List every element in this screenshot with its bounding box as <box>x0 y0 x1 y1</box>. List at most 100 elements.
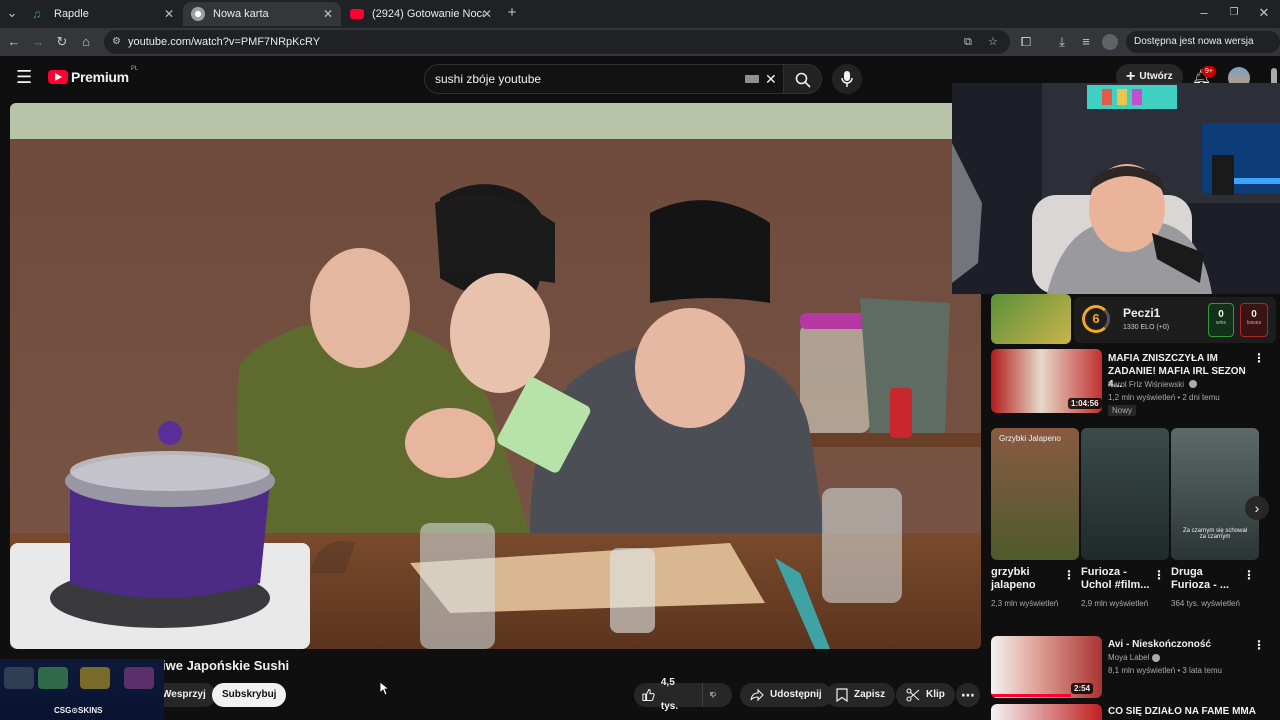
home-icon[interactable]: ⌂ <box>78 34 94 50</box>
save-button[interactable]: Zapisz <box>826 683 896 707</box>
search-button[interactable] <box>784 64 822 94</box>
address-bar[interactable]: ⚙ youtube.com/watch?v=PMF7NRpKcRY ⧉ ☆ <box>104 30 1010 54</box>
partial-thumbnail[interactable] <box>991 294 1071 344</box>
tab-search-icon[interactable]: ⌄ <box>4 5 20 21</box>
streamer-facecam <box>952 83 1280 294</box>
losses-value: 0 <box>1251 309 1257 320</box>
wins-label: wins <box>1215 320 1226 326</box>
skin-weapon-icon <box>124 667 154 689</box>
share-button[interactable]: Udostępnij <box>740 683 832 707</box>
tab-new-tab[interactable]: Nowa karta ✕ <box>183 2 341 26</box>
browser-toolbar: ← → ↻ ⌂ ⚙ youtube.com/watch?v=PMF7NRpKcR… <box>0 28 1280 69</box>
more-options-icon[interactable]: ⋮ <box>1253 638 1265 652</box>
skin-weapon-icon <box>4 667 34 689</box>
microphone-icon <box>841 71 853 87</box>
duration-badge: 2:54 <box>1071 683 1094 694</box>
short-thumbnail[interactable]: Grzybki Jalapeno <box>991 428 1079 560</box>
clip-label: Klip <box>926 689 945 700</box>
voice-search-button[interactable] <box>832 64 862 94</box>
csgo-skins-overlay: CSG⊙SKINS <box>0 659 164 720</box>
new-tab-icon[interactable]: + <box>504 5 520 21</box>
profile-avatar-icon[interactable] <box>1102 34 1118 50</box>
forward-icon[interactable]: → <box>30 34 46 50</box>
video-thumbnail[interactable]: 2:54 <box>991 636 1102 698</box>
download-icon[interactable]: ⤓ <box>1054 34 1070 50</box>
list-item[interactable]: 2:54 Avi - Nieskończoność Moya Label 8,1… <box>991 636 1271 700</box>
short-title[interactable]: Druga Furioza - ... <box>1171 566 1243 592</box>
verified-icon <box>1152 654 1160 662</box>
faceit-level: 6 <box>1082 305 1110 333</box>
clear-search-icon[interactable]: ✕ <box>765 65 777 93</box>
losses-box: 0 losses <box>1240 303 1268 337</box>
more-actions-button[interactable]: ⋯ <box>956 683 980 707</box>
install-app-icon[interactable]: ⧉ <box>964 30 972 54</box>
video-title: iwe Japońskie Sushi <box>162 658 290 673</box>
player-name: Peczi1 <box>1123 306 1161 320</box>
subscribe-button[interactable]: Subskrybuj <box>212 683 287 707</box>
like-count: 4,5 tys. <box>660 677 679 712</box>
clip-button[interactable]: Klip <box>896 683 955 707</box>
youtube-logo[interactable]: Premium PL <box>48 66 139 85</box>
chrome-update-button[interactable]: Dostępna jest nowa wersja Chrome ⋮ <box>1126 31 1280 69</box>
close-icon[interactable]: ✕ <box>482 7 492 21</box>
music-note-icon: ♫ <box>32 7 41 21</box>
tab-title: (2924) Gotowanie Nocą | Prawd <box>372 8 484 20</box>
video-thumbnail[interactable]: 1:04:56 <box>991 349 1102 413</box>
close-window-icon[interactable]: ✕ <box>1256 5 1272 21</box>
chrome-icon <box>191 7 205 21</box>
short-thumbnail[interactable] <box>1081 428 1169 560</box>
video-thumbnail[interactable] <box>991 704 1102 720</box>
logo-country: PL <box>130 66 139 72</box>
bookmark-star-icon[interactable]: ☆ <box>988 30 998 54</box>
channel-name[interactable]: Moya Label <box>1108 652 1149 664</box>
tab-youtube[interactable]: (2924) Gotowanie Nocą | Prawd ✕ <box>342 2 500 26</box>
logo-text: Premium <box>71 69 129 85</box>
youtube-icon <box>350 9 364 19</box>
more-options-icon[interactable]: ⋮ <box>1153 568 1165 582</box>
more-options-icon[interactable]: ⋮ <box>1063 568 1075 582</box>
facecam-frame <box>952 83 1280 294</box>
watch-progress-bar <box>991 694 1071 697</box>
search-value: sushi zbóje youtube <box>435 72 542 86</box>
video-title[interactable]: Avi - Nieskończoność <box>1108 638 1248 651</box>
video-frame <box>10 103 981 649</box>
reload-icon[interactable]: ↻ <box>54 34 70 50</box>
search-input[interactable]: sushi zbóje youtube ✕ <box>424 64 784 94</box>
notification-badge: 9+ <box>1202 66 1216 77</box>
short-thumbnail[interactable]: Za czarnym się schował za czarnym <box>1171 428 1259 560</box>
tab-title: Rapdle <box>54 8 89 20</box>
minimize-icon[interactable]: – <box>1196 5 1212 21</box>
like-button[interactable]: 4,5 tys. <box>634 677 702 712</box>
close-icon[interactable]: ✕ <box>164 7 174 21</box>
list-item[interactable]: 1:04:56 MAFIA ZNISZCZYŁA IM ZADANIE! MAF… <box>991 349 1271 419</box>
keyboard-icon[interactable] <box>745 75 759 83</box>
more-options-icon[interactable]: ⋮ <box>1243 568 1255 582</box>
close-icon[interactable]: ✕ <box>323 7 333 21</box>
thumbs-up-icon <box>642 688 655 702</box>
short-title[interactable]: grzybki jalapeno <box>991 566 1063 592</box>
extensions-icon[interactable]: ⧠ <box>1018 34 1034 50</box>
video-player[interactable] <box>10 103 981 649</box>
chevron-right-icon[interactable]: › <box>1245 496 1269 520</box>
losses-label: losses <box>1246 320 1262 326</box>
back-icon[interactable]: ← <box>6 34 22 50</box>
url-text: youtube.com/watch?v=PMF7NRpKcRY <box>128 36 321 48</box>
video-title[interactable]: CO SIĘ DZIAŁO NA FAME MMA <box>1108 705 1258 718</box>
support-label: Wesprzyj <box>162 689 206 700</box>
skin-weapon-icon <box>80 667 110 689</box>
player-elo: 1330 ELO (+0) <box>1123 324 1170 331</box>
dislike-button[interactable] <box>702 683 732 707</box>
short-title[interactable]: Furioza - Uchol #film... <box>1081 566 1153 592</box>
short-overlay-text: Za czarnym się schował za czarnym <box>1182 528 1248 540</box>
video-meta: 8,1 mln wyświetleń • 3 lata temu <box>1108 666 1222 675</box>
more-options-icon[interactable]: ⋮ <box>1253 351 1265 365</box>
list-item[interactable]: CO SIĘ DZIAŁO NA FAME MMA <box>991 704 1271 720</box>
media-controls-icon[interactable]: ≡ <box>1078 34 1094 50</box>
shorts-shelf: Grzybki Jalapeno Za czarnym się schował … <box>991 428 1271 624</box>
channel-name[interactable]: Karol Friz Wiśniewski <box>1108 379 1184 391</box>
restore-icon[interactable]: ❐ <box>1226 5 1242 21</box>
hamburger-menu-icon[interactable]: ☰ <box>16 68 32 86</box>
tab-rapdle[interactable]: ♫ Rapdle ✕ <box>24 2 182 26</box>
tab-title: Nowa karta <box>213 8 269 20</box>
site-info-icon[interactable]: ⚙ <box>112 30 121 54</box>
